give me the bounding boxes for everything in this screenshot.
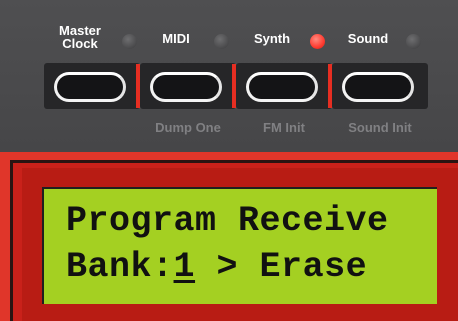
- midi-label: MIDI: [162, 31, 190, 46]
- lcd-bank-value: 1: [173, 247, 196, 287]
- control-panel: Master Clock MIDI Dump One Synth FM Init…: [0, 0, 458, 152]
- master-clock-label-line2: Clock: [62, 36, 98, 51]
- lcd-line-2: Bank:1 > Erase: [66, 247, 367, 287]
- synth-label: Synth: [253, 31, 291, 46]
- sound-button[interactable]: [342, 72, 414, 102]
- master-clock-label: Master Clock: [44, 24, 116, 50]
- synth-group: Synth FM Init: [236, 22, 332, 142]
- lcd-erase-option: > Erase: [195, 247, 368, 287]
- master-clock-button-well: [44, 63, 140, 109]
- synth-button-well: [236, 63, 332, 109]
- lcd-display: Program Receive Bank:1 > Erase: [42, 187, 437, 304]
- fm-init-label: FM Init: [263, 120, 305, 135]
- midi-led: [214, 34, 229, 49]
- midi-button-well: [140, 63, 236, 109]
- lcd-line-1: Program Receive: [66, 201, 389, 241]
- lcd-bank-label: Bank:: [66, 247, 174, 287]
- midi-group: MIDI Dump One: [140, 22, 236, 142]
- midi-button[interactable]: [150, 72, 222, 102]
- dump-one-label: Dump One: [155, 120, 221, 135]
- sound-led: [406, 34, 421, 49]
- master-clock-group: Master Clock: [44, 22, 140, 142]
- sound-label: Sound: [347, 31, 389, 46]
- synth-led: [310, 34, 325, 49]
- sound-button-well: [332, 63, 428, 109]
- sound-init-label: Sound Init: [348, 120, 412, 135]
- master-clock-button[interactable]: [54, 72, 126, 102]
- sound-group: Sound Sound Init: [332, 22, 428, 142]
- synth-button[interactable]: [246, 72, 318, 102]
- master-clock-led: [122, 34, 137, 49]
